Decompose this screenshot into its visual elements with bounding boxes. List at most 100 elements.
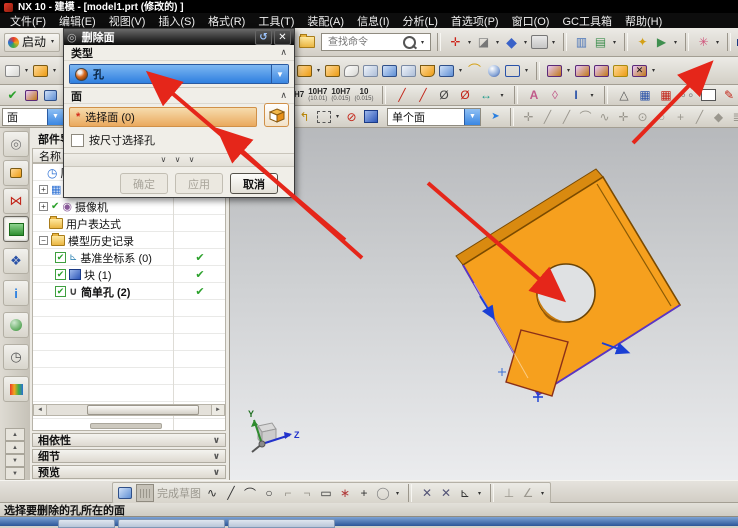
- fit-caret-icon[interactable]: ▾: [466, 39, 473, 46]
- apply-button[interactable]: 应用: [175, 173, 223, 194]
- feature-checkbox[interactable]: ✔: [55, 269, 66, 280]
- search-caret-icon[interactable]: ▾: [419, 39, 426, 46]
- expand-plus-icon[interactable]: +: [39, 202, 48, 211]
- tree-item-cameras[interactable]: + ✔ ◉ 摄像机: [33, 198, 225, 215]
- key-role-icon[interactable]: ✦: [634, 34, 651, 51]
- background-caret-icon[interactable]: ▾: [550, 39, 557, 46]
- ellipse-caret-icon[interactable]: ▾: [394, 490, 401, 497]
- window-layout-icon[interactable]: ▥: [573, 34, 590, 51]
- menu-insert[interactable]: 插入(S): [158, 13, 195, 29]
- tolerance-h7-icon[interactable]: H7: [294, 91, 304, 99]
- diameter-icon[interactable]: Ø: [436, 87, 453, 104]
- pull-face-icon[interactable]: [574, 62, 591, 79]
- swap-arrows-icon[interactable]: ↔: [478, 87, 495, 104]
- scroll-left-icon[interactable]: ◄: [33, 404, 47, 416]
- tree-item-user-expressions[interactable]: 用户表达式: [33, 215, 225, 232]
- ibeam-caret-icon[interactable]: ▾: [589, 92, 596, 99]
- no-snap-icon[interactable]: ⊘: [343, 108, 360, 125]
- window-caret-icon[interactable]: ▾: [611, 39, 618, 46]
- dialog-close-icon[interactable]: ✕: [274, 30, 291, 45]
- sketch-grid-icon[interactable]: [136, 484, 154, 502]
- section-expand-icon[interactable]: ∨: [213, 435, 220, 446]
- taskbar-button[interactable]: [118, 519, 225, 528]
- type-section-header[interactable]: 类型 ∧: [64, 45, 294, 61]
- menu-format[interactable]: 格式(R): [208, 13, 245, 29]
- roller-gear-icon[interactable]: ◎: [3, 131, 29, 157]
- scroll-right-icon[interactable]: ►: [211, 404, 225, 416]
- cylinder-icon[interactable]: [324, 62, 341, 79]
- section-expand-icon[interactable]: ∨: [213, 451, 220, 462]
- sketch-window-icon[interactable]: [117, 485, 133, 501]
- snap-list-icon[interactable]: ≣: [729, 108, 738, 125]
- wireframe-cube-icon[interactable]: [504, 62, 521, 79]
- snap-center-icon[interactable]: ⊙: [634, 108, 651, 125]
- snap-intersection-icon[interactable]: ✛: [615, 108, 632, 125]
- history-palette-icon[interactable]: ◷: [3, 344, 29, 370]
- scrollbar-thumb[interactable]: [87, 405, 199, 415]
- menu-view[interactable]: 视图(V): [109, 13, 146, 29]
- intersect-icon[interactable]: [400, 62, 417, 79]
- background-icon[interactable]: [531, 34, 548, 51]
- replace-face-icon[interactable]: [612, 62, 629, 79]
- wrench-dim-icon[interactable]: ✎: [721, 87, 738, 104]
- ellipse-tool-icon[interactable]: ◯: [375, 485, 391, 501]
- open-folder-icon[interactable]: [298, 34, 315, 51]
- orient-caret-icon[interactable]: ▾: [522, 39, 529, 46]
- hd3d-tools-icon[interactable]: i: [3, 280, 29, 306]
- play-journal-icon[interactable]: ▶: [653, 34, 670, 51]
- snap-point-icon[interactable]: +: [672, 108, 689, 125]
- menu-tools[interactable]: 工具(T): [258, 13, 294, 29]
- menu-help[interactable]: 帮助(H): [625, 13, 662, 29]
- snap-spline-icon[interactable]: ∿: [596, 108, 613, 125]
- diameter-slash-icon[interactable]: Ø: [457, 87, 474, 104]
- quick-trim-icon[interactable]: ✕: [419, 485, 435, 501]
- dialog-title-bar[interactable]: ◎ 删除面 ↺ ✕: [64, 29, 294, 45]
- datum-caret-icon[interactable]: ▾: [23, 67, 30, 74]
- menu-assemblies[interactable]: 装配(A): [307, 13, 344, 29]
- select-face-row[interactable]: * 选择面 (0): [69, 107, 257, 127]
- shell-icon[interactable]: [419, 62, 436, 79]
- panel-splitter[interactable]: [90, 423, 162, 429]
- feature-checkbox[interactable]: ✔: [55, 286, 66, 297]
- move-face-caret-icon[interactable]: ▾: [565, 67, 572, 74]
- snap-caret-icon[interactable]: ▾: [714, 39, 721, 46]
- type-collapse-icon[interactable]: ∧: [280, 47, 287, 58]
- subtract-icon[interactable]: [381, 62, 398, 79]
- reuse-library-icon[interactable]: ❖: [3, 248, 29, 274]
- web-browser-icon[interactable]: [3, 312, 29, 338]
- sweep-icon[interactable]: [343, 62, 360, 79]
- play-caret-icon[interactable]: ▾: [672, 39, 679, 46]
- resource-scroll-down-icon[interactable]: ▼: [5, 454, 25, 467]
- molecule-icon[interactable]: ∘∘: [679, 87, 696, 104]
- block-icon[interactable]: [296, 62, 313, 79]
- collapse-minus-icon[interactable]: −: [39, 236, 48, 245]
- snap-arc-icon[interactable]: ⌒: [577, 108, 594, 125]
- color-palette-icon[interactable]: [3, 376, 29, 402]
- part-navigator-icon[interactable]: [3, 216, 29, 242]
- fillet-icon[interactable]: ⌒: [466, 62, 483, 79]
- surface-finish-icon[interactable]: ◊: [547, 87, 564, 104]
- face-section-header[interactable]: 面 ∧: [64, 87, 294, 104]
- rectangle-tool-icon[interactable]: ▭: [318, 485, 334, 501]
- delete-face-icon[interactable]: ✕: [631, 62, 648, 79]
- table-add-icon[interactable]: ▦: [658, 87, 675, 104]
- taskbar-button[interactable]: [58, 519, 115, 528]
- type-filter-dropdown[interactable]: 面 ▼: [2, 108, 64, 126]
- section-preview[interactable]: 预览 ∨: [32, 465, 226, 479]
- fillet-tool-icon[interactable]: ⌐: [280, 485, 296, 501]
- monitor-icon[interactable]: [700, 87, 717, 104]
- arc-tool-icon[interactable]: ⌒: [242, 485, 258, 501]
- tolerance-10h7a-icon[interactable]: 10H7(10.01): [308, 88, 327, 102]
- dialog-more-chevrons[interactable]: ∨ ∨ ∨: [64, 153, 294, 167]
- dimension-label-icon[interactable]: ╱: [415, 87, 432, 104]
- snap-endpoint-icon[interactable]: ╱: [539, 108, 556, 125]
- snap-move-icon[interactable]: ✛: [520, 108, 537, 125]
- menu-edit[interactable]: 编辑(E): [59, 13, 96, 29]
- constraint-caret-icon[interactable]: ▾: [539, 490, 546, 497]
- extrude-caret-icon[interactable]: ▾: [51, 67, 58, 74]
- assembly-navigator-icon[interactable]: [3, 160, 29, 186]
- expand-plus-icon[interactable]: +: [39, 185, 48, 194]
- triangle-icon[interactable]: △: [616, 87, 633, 104]
- constraint-navigator-icon[interactable]: ⋈: [3, 188, 29, 214]
- cancel-button[interactable]: 取消: [230, 173, 278, 194]
